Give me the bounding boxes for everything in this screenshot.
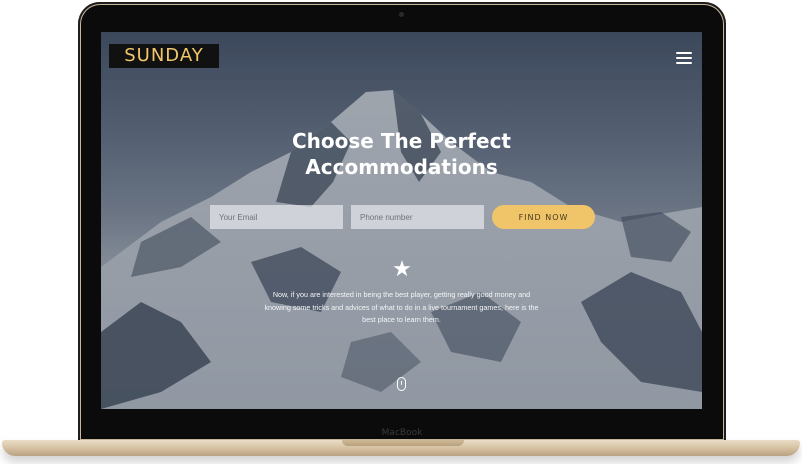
email-field[interactable] xyxy=(210,205,343,229)
menu-bar xyxy=(676,57,692,59)
hamburger-menu-icon[interactable] xyxy=(676,52,692,66)
menu-bar xyxy=(676,62,692,64)
find-now-button[interactable]: FIND NOW xyxy=(492,205,595,229)
star-icon: ★ xyxy=(392,257,412,282)
hero-headline-line1: Choose The Perfect xyxy=(291,129,511,153)
hero-headline: Choose The Perfect Accommodations xyxy=(201,128,602,180)
hero-description: Now, if you are interested in being the … xyxy=(264,290,539,324)
site-logo[interactable]: SUNDAY xyxy=(109,44,219,68)
laptop-base xyxy=(2,440,800,456)
signup-form: FIND NOW xyxy=(210,205,595,229)
mouse-scroll-icon[interactable] xyxy=(397,377,406,391)
phone-number-field[interactable] xyxy=(351,205,484,229)
device-brand-label: MacBook xyxy=(381,428,423,438)
webcam-icon xyxy=(399,12,404,17)
laptop-opening-notch xyxy=(342,440,464,446)
website-screen: SUNDAY Choose The Perfect Accommodations… xyxy=(101,32,702,409)
scroll-wheel xyxy=(400,381,403,385)
hero-headline-line2: Accommodations xyxy=(305,155,498,179)
menu-bar xyxy=(676,52,692,54)
laptop-mockup: SUNDAY Choose The Perfect Accommodations… xyxy=(0,0,802,464)
